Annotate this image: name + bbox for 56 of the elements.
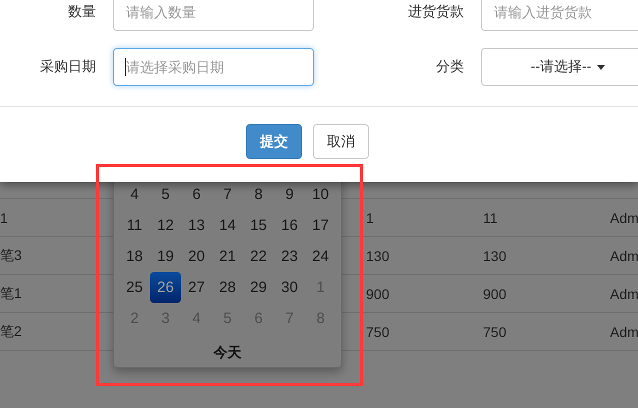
input-field[interactable]: 请选择采购日期 [113, 48, 314, 86]
calendar-day[interactable]: 28 [212, 272, 243, 303]
field-label: 采购日期 [39, 58, 96, 76]
table-cell: Adm [610, 324, 638, 340]
calendar-day[interactable]: 6 [181, 179, 212, 210]
calendar-day[interactable]: 19 [150, 241, 181, 272]
table-cell: 1 [366, 210, 374, 226]
table-cell: Adm [610, 248, 638, 264]
table-cell: 11 [483, 210, 498, 226]
calendar-day[interactable]: 25 [119, 272, 150, 303]
calendar-day[interactable]: 23 [274, 241, 305, 272]
calendar-day[interactable]: 20 [181, 241, 212, 272]
today-button[interactable]: 今天 [204, 340, 252, 366]
select-dropdown[interactable]: --请选择-- [481, 48, 638, 86]
table-cell: 750 [483, 324, 506, 340]
table-cell: 900 [366, 286, 390, 302]
calendar-day[interactable]: 8 [243, 179, 274, 210]
table-cell: 130 [483, 248, 506, 264]
text-cursor [125, 58, 126, 76]
calendar-day[interactable]: 11 [119, 210, 150, 241]
table-cell: 笔2 [0, 322, 22, 340]
table-cell: 笔3 [0, 246, 22, 264]
field-label: 分类 [435, 58, 464, 76]
calendar-day[interactable]: 30 [274, 272, 305, 303]
calendar-day[interactable]: 16 [274, 210, 305, 241]
calendar-day[interactable]: 21 [212, 241, 243, 272]
calendar-day[interactable]: 15 [243, 210, 274, 241]
calendar-day[interactable]: 14 [212, 210, 243, 241]
calendar-day[interactable]: 7 [212, 179, 243, 210]
table-cell: 900 [483, 286, 506, 302]
table-cell: 1 [0, 210, 8, 226]
field-label: 数量 [67, 3, 96, 21]
table-cell: 笔1 [0, 284, 22, 302]
dialog-button[interactable]: 提交 [246, 124, 302, 159]
calendar-day[interactable]: 18 [119, 241, 150, 272]
calendar-day[interactable]: 29 [243, 272, 274, 303]
calendar-day[interactable]: 5 [150, 179, 181, 210]
table-cell: Adm [610, 210, 638, 226]
calendar-day[interactable]: 10 [305, 179, 336, 210]
table-cell: Adm [610, 286, 638, 302]
calendar-day[interactable]: 27 [181, 272, 212, 303]
caret-icon [597, 64, 606, 70]
field-label: 进货货款 [407, 3, 464, 21]
table-cell: 130 [366, 248, 390, 264]
dialog-button[interactable]: 取消 [313, 124, 369, 159]
input-field[interactable]: 请输入数量 [113, 0, 314, 31]
calendar-day[interactable]: 13 [181, 210, 212, 241]
calendar-day[interactable]: 4 [119, 179, 150, 210]
calendar-day[interactable]: 17 [305, 210, 336, 241]
calendar-day[interactable]: 9 [274, 179, 305, 210]
input-field[interactable]: 请输入进货货款 [481, 0, 638, 31]
calendar-day[interactable]: 12 [150, 210, 181, 241]
table-cell: 750 [366, 324, 390, 340]
calendar-day[interactable]: 24 [305, 241, 336, 272]
calendar-day[interactable]: 26 [150, 272, 181, 303]
calendar-day[interactable]: 22 [243, 241, 274, 272]
